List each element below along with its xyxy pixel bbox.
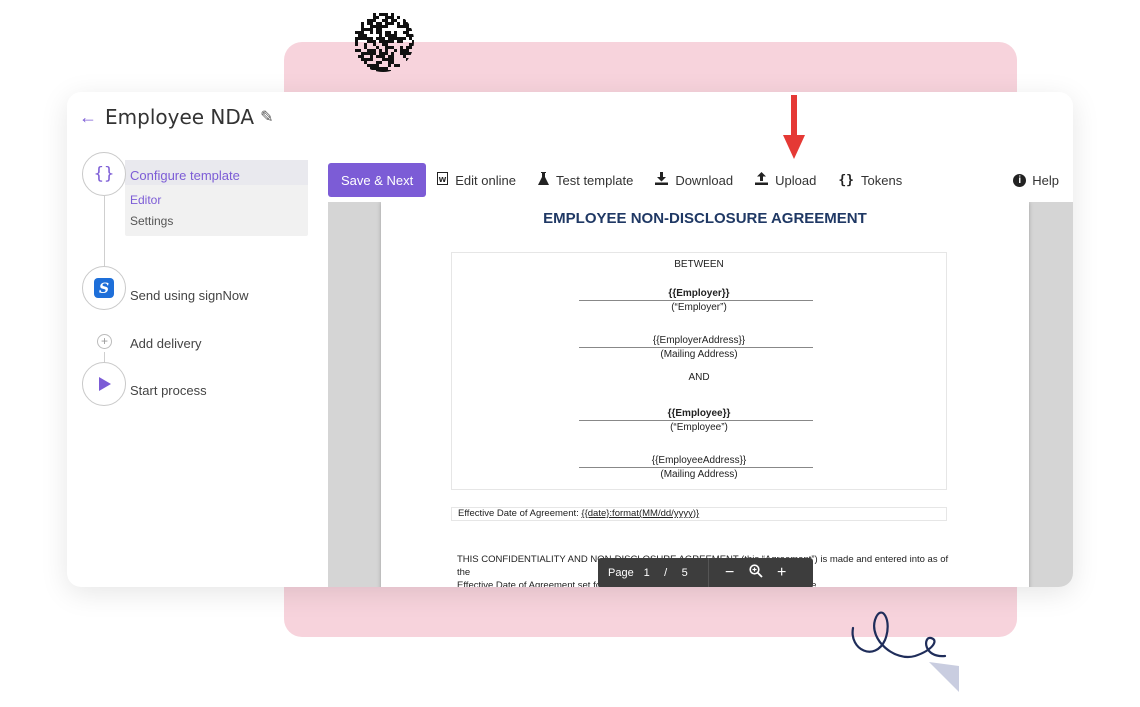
zoom-icon[interactable]: [743, 563, 769, 583]
toolbar: Save & Next W Edit online Test template …: [328, 162, 1073, 198]
employer-token: {{Employer}}: [668, 288, 730, 299]
document-viewer[interactable]: EMPLOYEE NON-DISCLOSURE AGREEMENT BETWEE…: [328, 202, 1073, 587]
page-label: Page: [608, 567, 634, 579]
save-next-button[interactable]: Save & Next: [328, 163, 427, 197]
sub-item-settings[interactable]: Settings: [130, 214, 173, 228]
arrow-left-icon[interactable]: ←: [79, 107, 99, 128]
sidebar: {} Configure template Editor Settings S …: [67, 152, 317, 587]
effective-date-token: {{date}:format(MM/dd/yyyy)}: [581, 508, 700, 519]
edit-online-button[interactable]: W Edit online: [437, 172, 516, 188]
download-icon: [655, 172, 669, 188]
page-separator: /: [664, 567, 668, 579]
underline: [579, 300, 813, 301]
header: ← Employee NDA ✎: [79, 102, 274, 132]
page-title: Employee NDA: [105, 105, 255, 129]
total-pages: 5: [681, 567, 688, 579]
effective-date-row: Effective Date of Agreement: {{date}:for…: [451, 507, 947, 521]
help-button[interactable]: i Help: [1013, 173, 1059, 188]
download-label: Download: [675, 172, 734, 188]
employee-token: {{Employee}}: [667, 408, 731, 419]
word-doc-icon: W: [437, 172, 449, 188]
help-label: Help: [1032, 172, 1059, 188]
underline: [579, 467, 813, 468]
signnow-logo-icon: S: [82, 266, 126, 310]
upload-label: Upload: [775, 172, 817, 188]
decorative-noise-circle: [355, 13, 414, 72]
pencil-icon[interactable]: ✎: [260, 107, 273, 127]
edit-online-label: Edit online: [455, 172, 516, 188]
red-arrow-pointer-icon: [783, 95, 805, 159]
plus-circle-icon[interactable]: +: [97, 334, 112, 349]
step-start-process[interactable]: Start process: [130, 383, 207, 398]
test-template-label: Test template: [555, 172, 634, 188]
page-navigator: Page 1 / 5 − +: [598, 558, 813, 587]
tokens-button[interactable]: {} Tokens: [838, 173, 902, 188]
employee-caption: (“Employee”): [670, 422, 728, 433]
step-add-delivery[interactable]: Add delivery: [130, 336, 202, 351]
employee-address-token: {{EmployeeAddress}}: [651, 455, 747, 466]
sub-item-editor[interactable]: Editor: [130, 193, 161, 207]
parties-box: BETWEEN {{Employer}} (“Employer”) {{Empl…: [451, 252, 947, 490]
flask-icon: [537, 172, 549, 188]
underline: [579, 347, 813, 348]
employer-address-token: {{EmployerAddress}}: [652, 335, 746, 346]
step-configure-template[interactable]: Configure template: [130, 168, 240, 183]
play-icon[interactable]: [82, 362, 126, 406]
document-title: EMPLOYEE NON-DISCLOSURE AGREEMENT: [543, 210, 867, 227]
effective-date-label: Effective Date of Agreement:: [458, 508, 582, 519]
braces-icon: {}: [838, 172, 854, 188]
zoom-out-icon[interactable]: −: [717, 564, 743, 582]
underline: [579, 420, 813, 421]
braces-icon: {}: [82, 152, 126, 196]
employer-caption: (“Employer”): [671, 302, 727, 313]
employee-mailing-caption: (Mailing Address): [660, 469, 738, 480]
divider: [707, 558, 709, 587]
stage: ← Employee NDA ✎ {} Configure template E…: [0, 0, 1140, 707]
svg-text:S: S: [99, 281, 109, 297]
test-template-button[interactable]: Test template: [537, 172, 634, 188]
employer-mailing-caption: (Mailing Address): [660, 349, 738, 360]
zoom-in-icon[interactable]: +: [769, 564, 795, 582]
info-icon: i: [1013, 173, 1027, 187]
tokens-label: Tokens: [861, 172, 903, 188]
decorative-squiggle-arrow: [851, 611, 959, 692]
step-send-signnow[interactable]: Send using signNow: [130, 288, 249, 303]
document-page: EMPLOYEE NON-DISCLOSURE AGREEMENT BETWEE…: [381, 202, 1029, 587]
between-text: BETWEEN: [674, 259, 724, 270]
download-button[interactable]: Download: [655, 172, 733, 188]
and-text: AND: [688, 372, 710, 383]
current-page-input[interactable]: 1: [634, 567, 660, 579]
app-window: ← Employee NDA ✎ {} Configure template E…: [67, 92, 1073, 587]
upload-icon: [755, 172, 769, 188]
svg-text:W: W: [439, 176, 447, 184]
upload-button[interactable]: Upload: [755, 172, 816, 188]
